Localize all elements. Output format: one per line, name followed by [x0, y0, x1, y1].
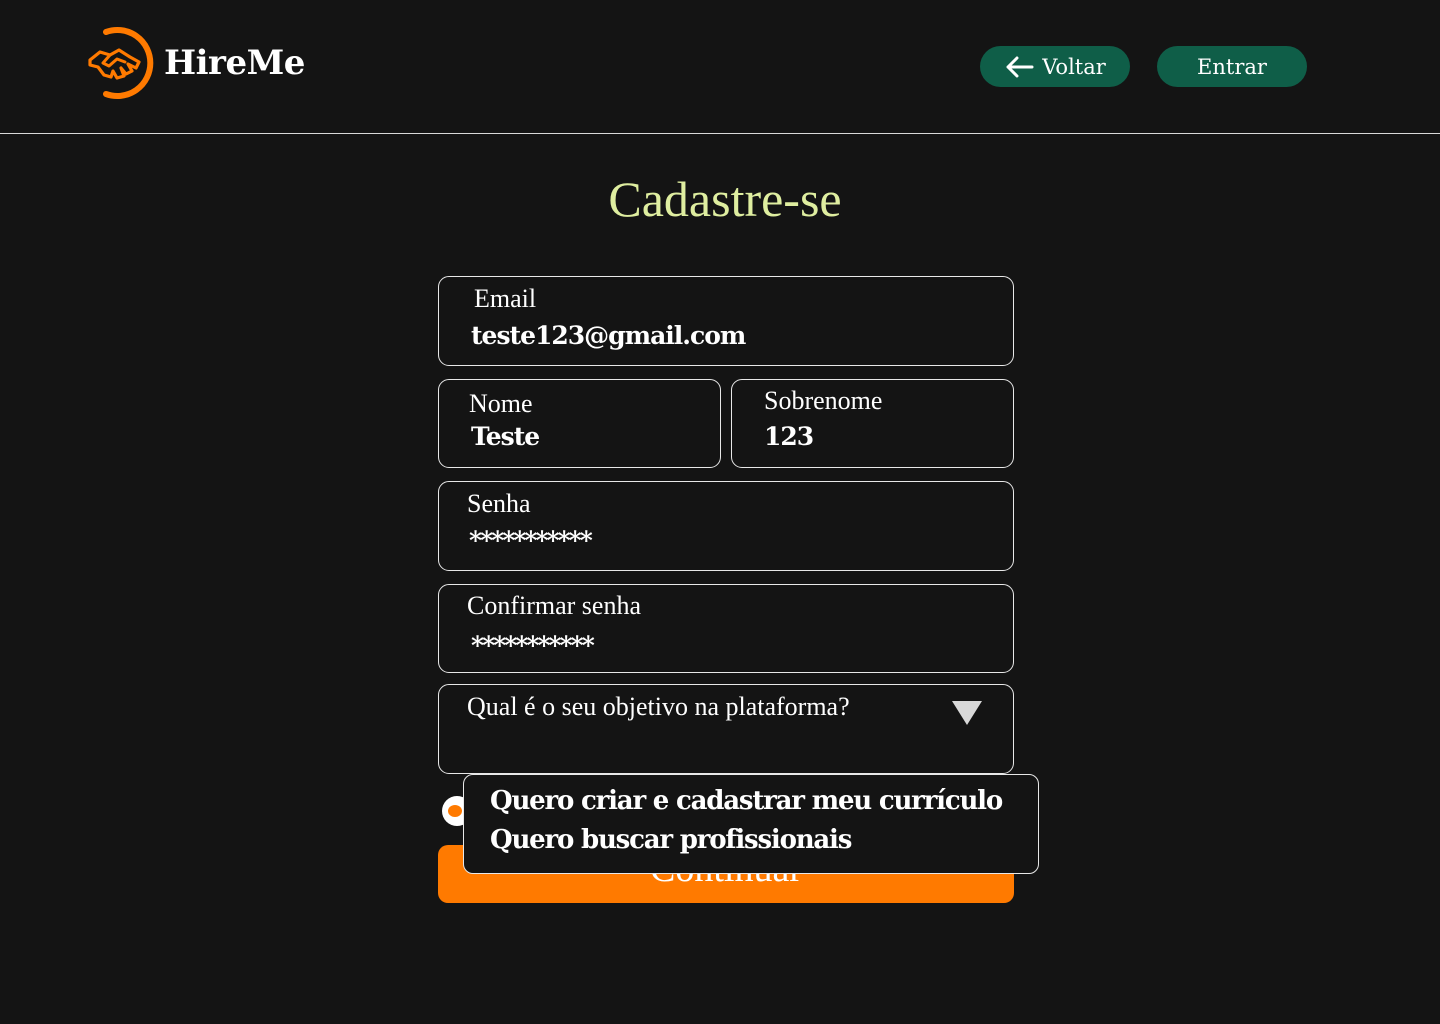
- logo[interactable]: HireMe: [86, 24, 305, 102]
- confirm-password-value: ***********: [471, 631, 595, 660]
- goal-select-label: Qual é o seu objetivo na plataforma?: [467, 692, 850, 721]
- password-field[interactable]: Senha ***********: [438, 481, 1014, 571]
- back-button-label: Voltar: [1042, 54, 1106, 79]
- login-button-label: Entrar: [1197, 54, 1267, 79]
- last-name-label: Sobrenome: [764, 386, 883, 415]
- email-value: teste123@gmail.com: [471, 321, 746, 350]
- back-button[interactable]: Voltar: [980, 46, 1130, 87]
- first-name-field[interactable]: Nome Teste: [438, 379, 721, 468]
- goal-dropdown-menu: Quero criar e cadastrar meu currículo Qu…: [463, 774, 1039, 874]
- handshake-icon: [88, 27, 154, 99]
- password-label: Senha: [467, 489, 531, 518]
- login-button[interactable]: Entrar: [1157, 46, 1307, 87]
- arrow-left-icon: [1006, 56, 1034, 77]
- logo-text: HireMe: [164, 43, 305, 83]
- goal-option-resume[interactable]: Quero criar e cadastrar meu currículo: [490, 786, 1003, 816]
- last-name-field[interactable]: Sobrenome 123: [731, 379, 1014, 468]
- header: HireMe Voltar Entrar: [0, 0, 1440, 134]
- signup-page: HireMe Voltar Entrar Cadastre-se Email t…: [0, 0, 1440, 1024]
- confirm-password-label: Confirmar senha: [467, 591, 642, 620]
- password-value: ***********: [469, 526, 593, 555]
- goal-select[interactable]: Qual é o seu objetivo na plataforma?: [438, 684, 1014, 774]
- confirm-password-field[interactable]: Confirmar senha ***********: [438, 584, 1014, 673]
- page-title: Cadastre-se: [608, 171, 842, 227]
- first-name-label: Nome: [469, 389, 533, 418]
- goal-option-find-professionals[interactable]: Quero buscar profissionais: [490, 825, 852, 855]
- email-label: Email: [474, 284, 537, 313]
- triangle-down-icon[interactable]: [951, 700, 983, 726]
- last-name-value: 123: [764, 422, 814, 451]
- first-name-value: Teste: [471, 422, 540, 451]
- email-field[interactable]: Email teste123@gmail.com: [438, 276, 1014, 366]
